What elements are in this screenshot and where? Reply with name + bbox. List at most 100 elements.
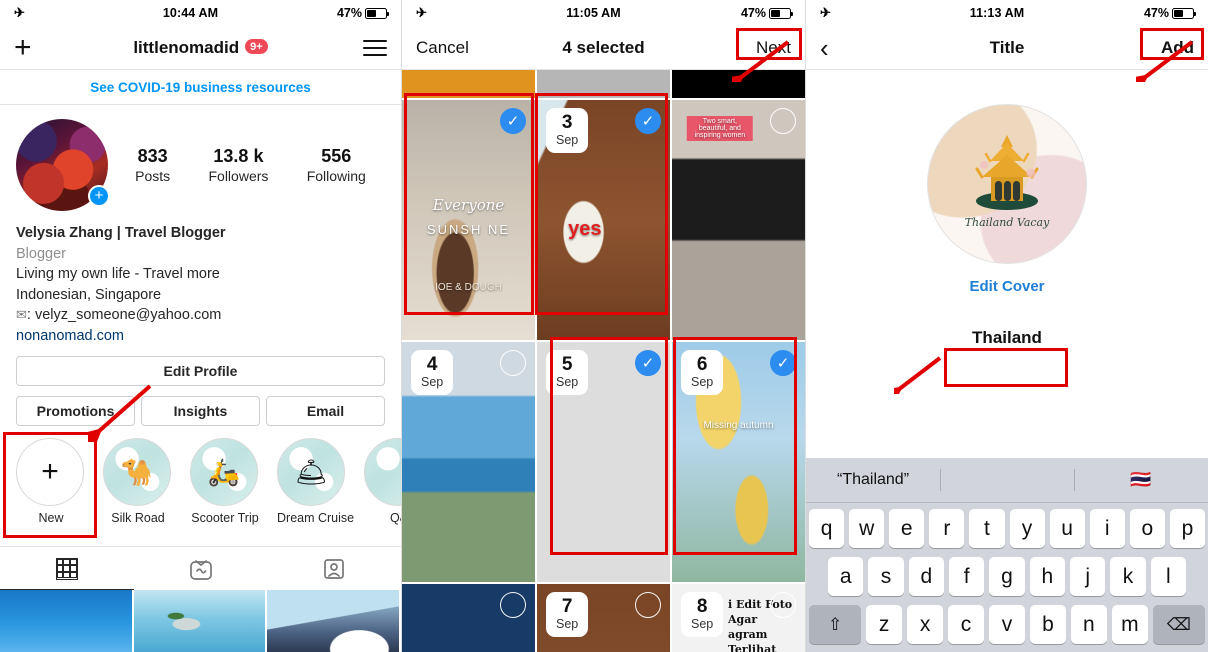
plus-icon: + — [41, 455, 59, 489]
profile-username[interactable]: littlenomadid — [133, 38, 239, 57]
picker-cell-4[interactable]: 4 Sep — [402, 342, 535, 582]
key-n[interactable]: n — [1070, 605, 1107, 644]
edit-profile-button[interactable]: Edit Profile — [16, 356, 385, 387]
key-q[interactable]: q — [809, 509, 845, 548]
nav-title-label: Title — [989, 37, 1025, 57]
highlight-cover-image[interactable]: Thailand Vacay — [927, 104, 1087, 264]
add-button[interactable]: Add — [1161, 38, 1194, 58]
key-c[interactable]: c — [948, 605, 985, 644]
menu-hamburger-icon[interactable] — [363, 39, 387, 56]
highlight-new[interactable]: + New — [16, 438, 86, 525]
key-s[interactable]: s — [868, 557, 904, 596]
highlight-silk-road[interactable]: 🐪 Silk Road — [103, 438, 173, 525]
add-post-icon[interactable]: + — [14, 32, 32, 63]
key-k[interactable]: k — [1110, 557, 1146, 596]
date-chip-4: 4 Sep — [411, 350, 454, 396]
key-m[interactable]: m — [1111, 605, 1148, 644]
bio-website-link[interactable]: nonanomad.com — [16, 326, 385, 347]
promotions-button[interactable]: Promotions — [16, 396, 135, 427]
edit-cover-link[interactable]: Edit Cover — [806, 278, 1208, 295]
key-b[interactable]: b — [1029, 605, 1066, 644]
back-chevron-icon[interactable]: ‹ — [820, 35, 829, 61]
cancel-button[interactable]: Cancel — [416, 38, 469, 58]
avatar-wrap[interactable]: + — [16, 119, 110, 211]
highlight-dream-cruise-label: Dream Cruise — [277, 511, 355, 526]
notification-badge[interactable]: 9+ — [245, 39, 268, 54]
highlight-qa-circle[interactable] — [364, 438, 401, 507]
picker-cell-9[interactable]: 8 Sep i Edit Foto Agar agram Terlihat Le… — [672, 584, 805, 652]
key-t[interactable]: t — [969, 509, 1005, 548]
status-bar: ✈ 10:44 AM 47% — [0, 0, 401, 26]
picker-cell-7[interactable] — [402, 584, 535, 652]
insights-button[interactable]: Insights — [141, 396, 260, 427]
covid-banner[interactable]: See COVID-19 business resources — [0, 70, 401, 105]
picker-cell-partial-3[interactable] — [672, 70, 805, 98]
key-u[interactable]: u — [1049, 509, 1085, 548]
picker-cell-3[interactable]: Two smart, beautiful, and inspiring wome… — [672, 100, 805, 340]
key-j[interactable]: j — [1069, 557, 1106, 596]
suggestion-3-thai-flag-icon[interactable]: 🇹🇭 — [1074, 470, 1208, 490]
picker-cell-partial-1[interactable] — [402, 70, 535, 98]
key-z[interactable]: z — [866, 605, 903, 644]
highlight-title-panel: ✈ 11:13 AM 47% ‹ Title Add Thailand Vaca… — [806, 0, 1208, 652]
backspace-key[interactable]: ⌫ — [1152, 605, 1205, 644]
key-g[interactable]: g — [989, 557, 1025, 596]
highlight-scooter-trip-circle[interactable]: 🛵 — [190, 438, 258, 507]
key-w[interactable]: w — [849, 509, 885, 548]
highlight-qa[interactable]: Q& — [364, 438, 401, 525]
key-v[interactable]: v — [989, 605, 1025, 644]
selected-count-title: 4 selected — [562, 37, 645, 57]
picker-cell-partial-2[interactable] — [537, 70, 670, 98]
key-a[interactable]: a — [828, 557, 864, 596]
stat-followers[interactable]: 13.8 k Followers — [208, 146, 268, 184]
selection-check-5[interactable]: ✓ — [635, 350, 661, 376]
key-e[interactable]: e — [889, 509, 925, 548]
tab-grid[interactable] — [0, 547, 134, 590]
highlight-new-circle[interactable]: + — [16, 438, 84, 507]
selection-check-9[interactable] — [770, 592, 796, 618]
selection-check-4[interactable] — [500, 350, 526, 376]
photo-thumb-3[interactable] — [267, 590, 401, 652]
tab-igtv[interactable] — [134, 547, 268, 590]
picker-cell-2[interactable]: 3 Sep yes ✓ — [537, 100, 670, 340]
shift-key[interactable]: ⇧ — [809, 605, 862, 644]
key-d[interactable]: d — [908, 557, 944, 596]
stat-following[interactable]: 556 Following — [307, 146, 366, 184]
selection-check-1[interactable]: ✓ — [500, 108, 526, 134]
key-r[interactable]: r — [929, 509, 965, 548]
photo-thumb-1[interactable] — [0, 590, 134, 652]
highlight-dream-cruise-circle[interactable]: 🛎 — [277, 438, 345, 507]
key-i[interactable]: i — [1089, 509, 1125, 548]
email-button[interactable]: Email — [266, 396, 385, 427]
key-f[interactable]: f — [949, 557, 985, 596]
selection-check-8[interactable] — [635, 592, 661, 618]
status-bar-2: ✈ 11:05 AM 47% — [402, 0, 805, 26]
tab-tagged[interactable] — [267, 547, 401, 590]
key-x[interactable]: x — [907, 605, 944, 644]
photo-thumb-2[interactable] — [133, 590, 268, 652]
suggestion-1[interactable]: “Thailand” — [806, 471, 940, 489]
key-p[interactable]: p — [1169, 509, 1205, 548]
key-l[interactable]: l — [1150, 557, 1186, 596]
highlight-silk-road-circle[interactable]: 🐪 — [103, 438, 171, 507]
picker-cell-8[interactable]: 7 Sep — [537, 584, 670, 652]
highlight-scooter-trip-label: Scooter Trip — [191, 511, 259, 526]
highlight-scooter-trip[interactable]: 🛵 Scooter Trip — [190, 438, 260, 525]
selection-check-7[interactable] — [500, 592, 526, 618]
key-h[interactable]: h — [1029, 557, 1065, 596]
keyboard-rows: q w e r t y u i o p a s d f g h j k l ⇧ … — [806, 503, 1208, 652]
key-y[interactable]: y — [1009, 509, 1045, 548]
highlight-title-input[interactable]: Thailand — [920, 319, 1095, 357]
selection-check-3[interactable] — [770, 108, 796, 134]
avatar-add-story-icon[interactable]: + — [88, 185, 110, 207]
selection-check-2[interactable]: ✓ — [635, 108, 661, 134]
stat-posts[interactable]: 833 Posts — [135, 146, 170, 184]
next-button[interactable]: Next — [756, 38, 791, 58]
picker-cell-6[interactable]: 6 Sep Missing autumn ✓ — [672, 342, 805, 582]
picker-cell-5[interactable]: 5 Sep ✓ — [537, 342, 670, 582]
thai-temple-icon — [975, 135, 1039, 210]
selection-check-6[interactable]: ✓ — [770, 350, 796, 376]
picker-cell-1[interactable]: Everyone SUNSH NE IOE & DOUGH ✓ — [402, 100, 535, 340]
key-o[interactable]: o — [1129, 509, 1165, 548]
highlight-dream-cruise[interactable]: 🛎 Dream Cruise — [277, 438, 355, 526]
